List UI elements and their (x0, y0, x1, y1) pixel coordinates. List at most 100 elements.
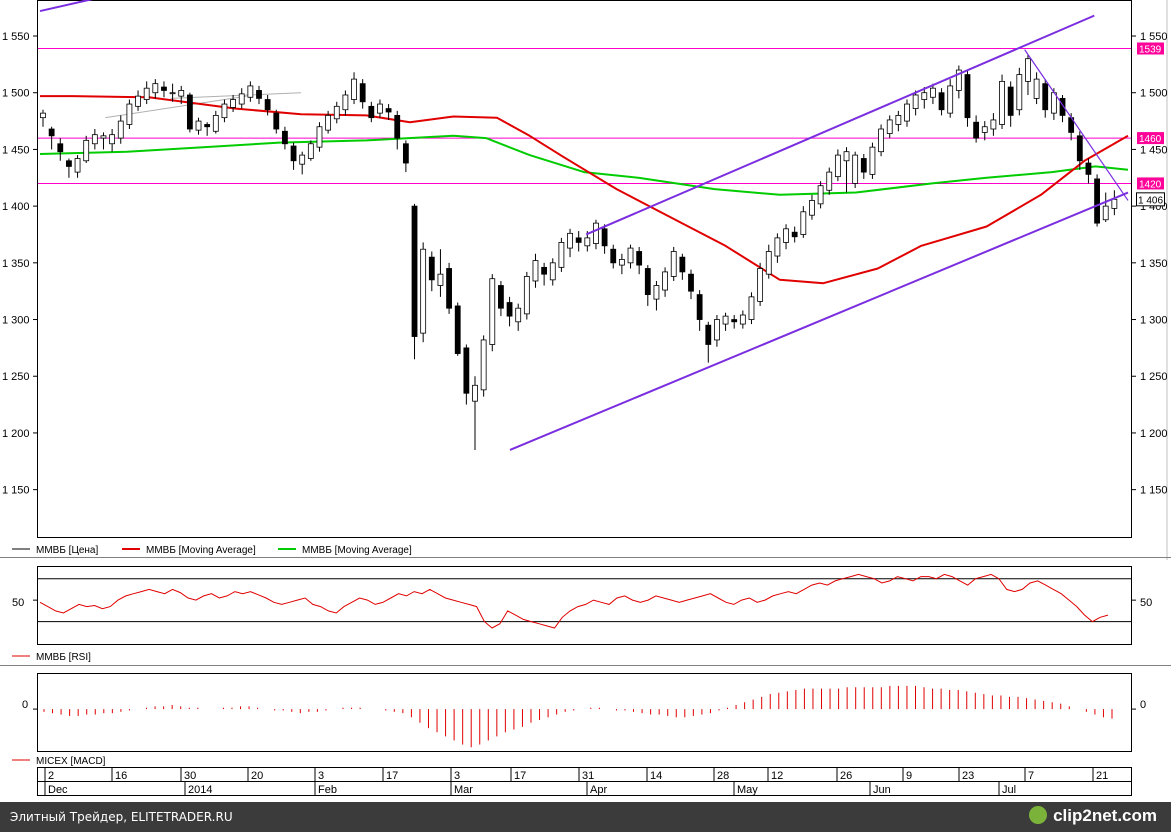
footer-site-text: Элитный Трейдер, ELITETRADER.RU (10, 810, 233, 824)
date-day-label: 28 (717, 770, 729, 782)
macd-panel (37, 673, 1132, 752)
date-day-label: 30 (184, 770, 196, 782)
price-tick-left: 1 200 (2, 428, 30, 440)
candle-down (791, 231, 798, 238)
candle-up (878, 128, 884, 153)
price-tick-left: 1 550 (2, 31, 30, 43)
legend-rsi-label: ММВБ [RSI] (36, 652, 91, 663)
candle-down (1007, 86, 1014, 116)
candle-up (40, 112, 46, 119)
candle-up (247, 85, 254, 98)
candle-down (1076, 135, 1083, 162)
candle-up (817, 185, 824, 205)
candle-up (999, 80, 1005, 125)
legend-ma-red-label: ММВБ [Moving Average] (146, 545, 256, 556)
candle-down (1042, 83, 1049, 111)
date-day-label: 23 (962, 770, 974, 782)
candle-down (644, 268, 651, 295)
price-tick-left: 1 400 (2, 201, 30, 213)
candle-up (852, 154, 859, 184)
candle-up (904, 103, 910, 122)
level-tag-label: 1420 (1139, 179, 1162, 190)
candle-up (437, 273, 444, 286)
candle-down (964, 74, 971, 119)
candle-up (1033, 78, 1040, 99)
candle-up (238, 93, 245, 105)
candle-down (454, 305, 461, 354)
price-tick-left: 1 250 (2, 371, 30, 383)
candle-up (774, 237, 781, 257)
price-tick-left: 1 300 (2, 315, 30, 327)
candle-up (333, 105, 340, 120)
clip2net-brand[interactable]: clip2net.com (1029, 806, 1157, 826)
legend-price-label: ММВБ [Цена] (36, 545, 98, 556)
candle-up (420, 248, 427, 334)
candle-up (981, 126, 988, 133)
candle-down (48, 128, 55, 137)
candle-down (696, 294, 703, 320)
candle-up (472, 384, 478, 402)
date-day-label: 3 (318, 770, 324, 782)
level-tag-label: 1539 (1139, 44, 1162, 55)
candle-down (402, 143, 409, 164)
rsi-axis-right: 50 (1140, 597, 1152, 609)
candle-up (826, 171, 833, 191)
candle-up (1016, 74, 1023, 111)
candle-down (161, 86, 167, 91)
candle-up (593, 222, 599, 244)
candle-up (126, 103, 133, 125)
candle-up (921, 92, 928, 100)
candle-up (869, 146, 876, 175)
candle-up (1102, 205, 1109, 221)
clip2net-brand-text: clip2net.com (1053, 806, 1157, 825)
candle-up (722, 315, 729, 325)
candle-up (83, 139, 90, 162)
candle-down (428, 256, 435, 281)
candle-down (385, 108, 392, 113)
candle-up (117, 120, 124, 139)
candle-up (843, 151, 850, 162)
candle-down (282, 130, 288, 145)
candle-up (567, 232, 573, 249)
candle-up (618, 259, 625, 266)
date-month-label: Apr (590, 784, 607, 796)
candle-up (549, 262, 556, 281)
price-tick-left: 1 150 (2, 485, 30, 497)
price-tick-left: 1 450 (2, 144, 30, 156)
date-month-label: Dec (48, 784, 68, 796)
candle-down (860, 158, 867, 173)
candle-up (377, 103, 383, 114)
price-tick-right: 1 450 (1140, 144, 1168, 156)
candle-down (731, 319, 738, 323)
candle-down (204, 124, 211, 128)
rsi-panel (37, 566, 1132, 645)
date-month-label: 2014 (188, 784, 212, 796)
candle-up (558, 242, 565, 268)
candle-down (368, 105, 375, 119)
candle-up (195, 120, 202, 131)
candle-down (446, 268, 452, 309)
footer: Элитный Трейдер, ELITETRADER.RU clip2net… (0, 802, 1171, 832)
candle-up (316, 126, 323, 148)
candle-up (143, 87, 150, 100)
candle-up (739, 314, 746, 325)
candle-down (463, 347, 470, 394)
candle-down (705, 324, 712, 345)
date-day-label: 2 (48, 770, 54, 782)
candle-down (290, 145, 297, 162)
candle-down (1094, 178, 1100, 224)
candle-down (601, 228, 608, 247)
candle-up (714, 319, 720, 341)
candle-down (273, 112, 280, 130)
macd-axis-right: 0 (1140, 699, 1146, 711)
candle-up (748, 296, 755, 320)
candle-up (895, 115, 902, 125)
price-tags: 1539 1460 1420 1 406 (1136, 42, 1165, 207)
date-month-label: Feb (318, 784, 337, 796)
candle-up (169, 92, 176, 95)
level-tag-label: 1460 (1139, 134, 1162, 145)
price-tick-right: 1 300 (1140, 315, 1168, 327)
date-day-label: 21 (1096, 770, 1108, 782)
candle-up (1111, 198, 1118, 209)
price-legend: ММВБ [Цена] ММВБ [Moving Average] ММВБ [… (12, 545, 412, 556)
